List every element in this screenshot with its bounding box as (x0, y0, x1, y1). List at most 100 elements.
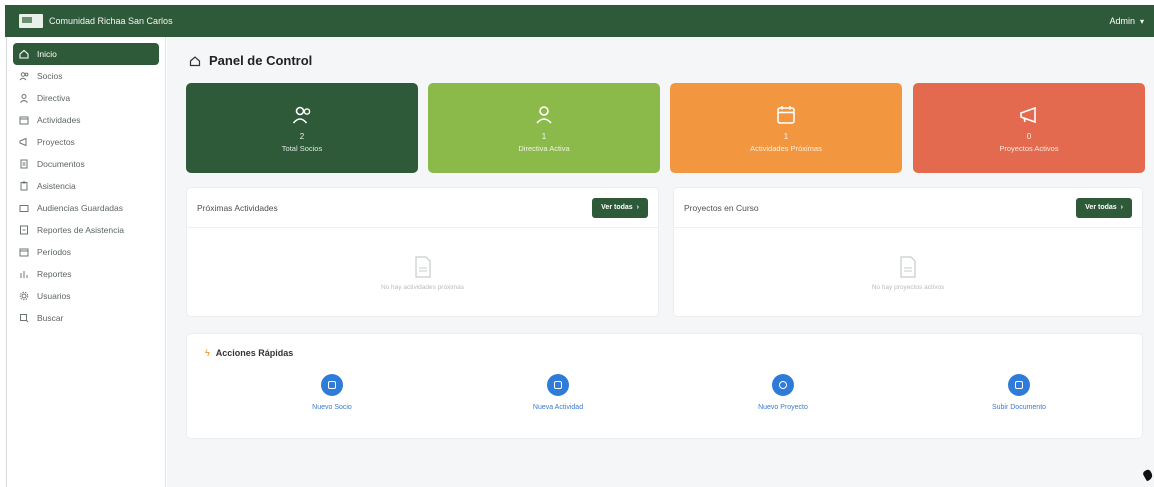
button-label: Ver todas (1085, 204, 1117, 211)
view-all-activities-button[interactable]: Ver todas › (592, 197, 648, 218)
document-icon (414, 255, 431, 278)
sidebar-item-documentos[interactable]: Documentos (13, 153, 159, 175)
sidebar-item-asistencia[interactable]: Asistencia (13, 175, 159, 197)
document-icon (19, 159, 29, 169)
home-icon (19, 49, 29, 59)
sidebar-item-label: Directiva (37, 93, 71, 103)
calendar-icon (19, 115, 29, 125)
stat-card-total-socios[interactable]: 2 Total Socios (186, 83, 418, 173)
new-project-button[interactable]: Nuevo Proyecto (728, 374, 838, 411)
button-label: Ver todas (601, 204, 633, 211)
sidebar: Inicio Socios Directiva Actividades Proy… (6, 37, 166, 487)
search-icon (19, 313, 29, 323)
sidebar-item-label: Documentos (37, 159, 85, 169)
megaphone-icon (1020, 106, 1036, 123)
stat-value: 1 (541, 131, 547, 141)
calendar-icon (777, 105, 795, 124)
sidebar-item-proyectos[interactable]: Proyectos (13, 131, 159, 153)
page-title: Panel de Control (189, 53, 312, 68)
sidebar-item-buscar[interactable]: Buscar (13, 307, 159, 329)
report-icon (19, 225, 29, 235)
card-title: Proyectos en Curso (684, 202, 759, 213)
stat-label: Proyectos Activos (999, 143, 1059, 153)
sidebar-item-label: Proyectos (37, 137, 75, 147)
user-icon (536, 105, 552, 124)
card-title: Próximas Actividades (197, 202, 278, 213)
sidebar-item-actividades[interactable]: Actividades (13, 109, 159, 131)
chevron-right-icon: › (1120, 204, 1123, 211)
empty-message: No hay proyectos activos (871, 283, 945, 291)
view-all-projects-button[interactable]: Ver todas › (1076, 197, 1132, 218)
gear-icon (19, 291, 29, 301)
sidebar-item-inicio[interactable]: Inicio (13, 43, 159, 65)
add-user-icon (321, 374, 343, 396)
upload-document-button[interactable]: Subir Documento (964, 374, 1074, 411)
stat-card-actividades-proximas[interactable]: 1 Actividades Próximas (670, 83, 902, 173)
folder-icon (19, 203, 29, 213)
user-menu[interactable]: Admin ▾ (1109, 16, 1144, 26)
quick-actions-card: ϟ Acciones Rápidas Nuevo Socio Nueva Act… (186, 333, 1143, 439)
sidebar-item-label: Reportes de Asistencia (37, 225, 124, 235)
clipboard-icon (19, 181, 29, 191)
card-header: Proyectos en Curso Ver todas › (674, 188, 1142, 228)
quick-action-label: Subir Documento (991, 404, 1047, 411)
users-icon (19, 71, 29, 81)
quick-action-label: Nuevo Proyecto (758, 404, 808, 411)
upcoming-activities-card: Próximas Actividades Ver todas › No hay … (186, 187, 659, 317)
bolt-icon: ϟ (205, 348, 210, 358)
stat-value: 1 (783, 131, 789, 141)
sidebar-item-socios[interactable]: Socios (13, 65, 159, 87)
user-name: Admin (1109, 16, 1135, 26)
quick-actions-title-text: Acciones Rápidas (215, 348, 294, 358)
main-content: Panel de Control 2 Total Socios 1 Direct… (167, 37, 1154, 487)
card-header: Próximas Actividades Ver todas › (187, 188, 658, 228)
quick-action-label: Nueva Actividad (532, 404, 584, 411)
user-icon (19, 93, 29, 103)
quick-action-label: Nuevo Socio (312, 404, 352, 411)
top-navbar: Comunidad Richaa San Carlos Admin ▾ (5, 5, 1154, 37)
document-icon (900, 255, 916, 278)
empty-message: No hay actividades próximas (380, 283, 465, 291)
sidebar-item-reportes[interactable]: Reportes (13, 263, 159, 285)
app-brand-name[interactable]: Comunidad Richaa San Carlos (49, 16, 173, 26)
megaphone-icon (19, 137, 29, 147)
sidebar-item-label: Audiencias Guardadas (37, 203, 124, 213)
project-icon (772, 374, 794, 396)
sidebar-item-usuarios[interactable]: Usuarios (13, 285, 159, 307)
upload-document-icon (1008, 374, 1030, 396)
sidebar-item-label: Usuarios (37, 291, 71, 301)
stat-label: Total Socios (281, 143, 323, 153)
sidebar-item-label: Asistencia (37, 181, 76, 191)
sidebar-item-label: Reportes (37, 269, 72, 279)
sidebar-item-directiva[interactable]: Directiva (13, 87, 159, 109)
calendar-icon (19, 247, 29, 257)
home-icon (189, 55, 201, 67)
sidebar-item-label: Socios (37, 71, 63, 81)
sidebar-item-label: Actividades (37, 115, 81, 125)
calendar-icon (547, 374, 569, 396)
empty-state: No hay proyectos activos (674, 228, 1142, 318)
chart-icon (19, 269, 29, 279)
sidebar-item-label: Períodos (37, 247, 72, 257)
chevron-down-icon: ▾ (1139, 16, 1144, 26)
page-title-text: Panel de Control (209, 53, 313, 68)
sidebar-item-audiencias-guardadas[interactable]: Audiencias Guardadas (13, 197, 159, 219)
stat-value: 0 (1026, 131, 1032, 141)
app-logo[interactable] (19, 14, 43, 28)
quick-actions-title: ϟ Acciones Rápidas (205, 348, 293, 358)
sidebar-item-label: Buscar (37, 313, 64, 323)
stat-label: Actividades Próximas (750, 143, 822, 153)
sidebar-item-label: Inicio (37, 49, 57, 59)
stat-card-proyectos-activos[interactable]: 0 Proyectos Activos (913, 83, 1145, 173)
projects-in-progress-card: Proyectos en Curso Ver todas › No hay pr… (673, 187, 1143, 317)
chevron-right-icon: › (636, 204, 639, 211)
sidebar-item-periodos[interactable]: Períodos (13, 241, 159, 263)
sidebar-item-reportes-de-asistencia[interactable]: Reportes de Asistencia (13, 219, 159, 241)
empty-state: No hay actividades próximas (187, 228, 658, 318)
new-member-button[interactable]: Nuevo Socio (277, 374, 387, 411)
new-activity-button[interactable]: Nueva Actividad (503, 374, 613, 411)
users-icon (292, 106, 311, 124)
stat-card-directiva-activa[interactable]: 1 Directiva Activa (428, 83, 660, 173)
stat-label: Directiva Activa (518, 143, 570, 153)
stat-value: 2 (299, 131, 305, 141)
